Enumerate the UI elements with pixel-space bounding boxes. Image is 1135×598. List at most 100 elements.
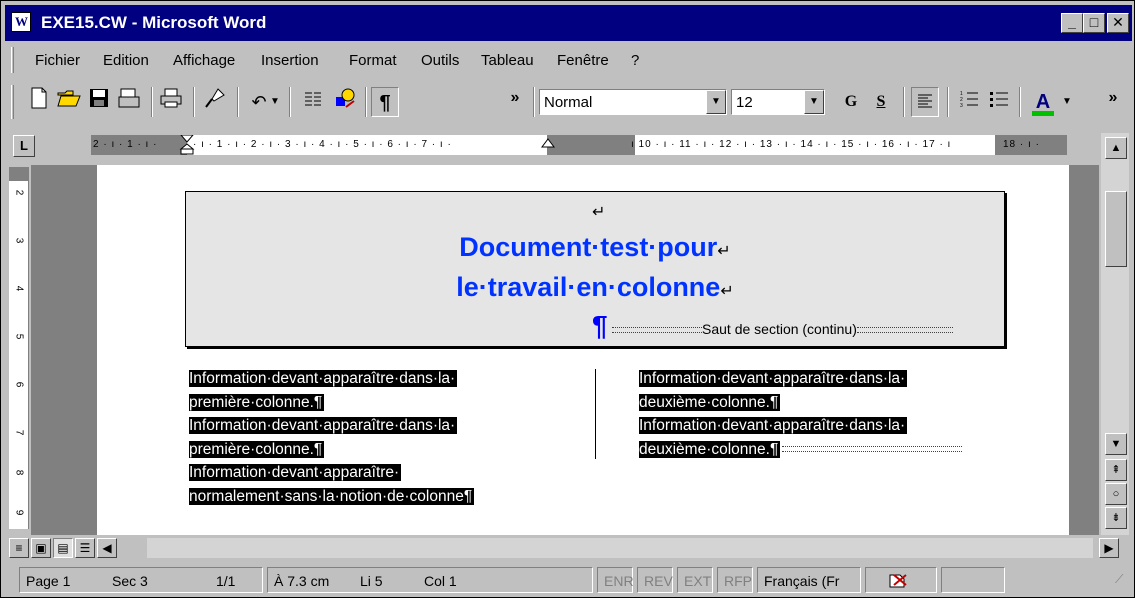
web-layout-view-icon[interactable]: ▣ — [31, 538, 51, 558]
menu-insertion[interactable]: Insertion — [261, 52, 319, 69]
toolbar-separator — [1019, 87, 1021, 117]
toolbar-separator — [151, 87, 153, 117]
show-hide-pilcrow-button[interactable]: ¶ — [371, 87, 399, 117]
scroll-down-icon[interactable]: ▼ — [1105, 433, 1127, 455]
scroll-left-icon[interactable]: ◀ — [97, 538, 117, 558]
status-page: Page 1 — [26, 573, 71, 589]
view-and-hscroll-row: ≡ ▣ ▤ ☰ ◀ ▶ — [9, 537, 1131, 561]
toolbar-overflow-icon[interactable]: » — [501, 83, 529, 113]
column-2-text[interactable]: Information·devant·apparaître·dans·la· d… — [639, 367, 963, 461]
menu-format[interactable]: Format — [349, 52, 397, 69]
status-rev[interactable]: REV — [637, 567, 673, 593]
horizontal-ruler[interactable]: 2 · ı · 1 · ı · · ı · 1 · ı · 2 · ı · 3 … — [91, 135, 1067, 155]
status-enr[interactable]: ENR — [597, 567, 634, 593]
previous-page-icon[interactable]: ⇞ — [1105, 459, 1127, 481]
spelling-status-icon[interactable] — [865, 567, 937, 593]
menu-outils[interactable]: Outils — [421, 52, 459, 69]
section-break-dots — [782, 446, 963, 453]
toolbar-separator — [365, 87, 367, 117]
menu-help[interactable]: ? — [631, 52, 639, 69]
align-left-icon[interactable] — [911, 87, 939, 117]
minimize-button[interactable]: _ — [1061, 13, 1083, 33]
svg-text:3: 3 — [960, 103, 963, 108]
toolbar-separator — [237, 87, 239, 117]
font-color-swatch — [1032, 111, 1054, 116]
standard-toolbar: ↶ ▼ ¶ » Normal ▼ 12 ▼ G S 123 A ▼ » — [5, 79, 1132, 125]
scroll-up-icon[interactable]: ▲ — [1105, 137, 1127, 159]
status-line: Li 5 — [360, 573, 383, 589]
font-color-button[interactable]: A — [1029, 87, 1057, 117]
menu-grip[interactable] — [11, 47, 14, 73]
status-position-panel[interactable]: À 7.3 cm Li 5 Col 1 — [267, 567, 593, 593]
toolbar-separator — [947, 87, 949, 117]
status-empty-panel — [941, 567, 1005, 593]
first-line-indent-marker[interactable] — [179, 135, 195, 155]
format-painter-icon[interactable] — [201, 87, 229, 117]
save-icon[interactable] — [85, 87, 113, 117]
font-color-label: A — [1035, 91, 1051, 113]
email-icon[interactable] — [115, 87, 143, 117]
columns-icon[interactable] — [299, 87, 327, 117]
maximize-button[interactable]: □ — [1083, 13, 1105, 33]
status-page-panel[interactable]: Page 1 Sec 3 1/1 — [19, 567, 263, 593]
title-text-box[interactable]: ↵ Document·test·pour↵ le·travail·en·colo… — [185, 191, 1005, 347]
column-1-text[interactable]: Information·devant·apparaître·dans·la· p… — [189, 367, 475, 508]
font-size-value: 12 — [736, 94, 753, 111]
menu-affichage[interactable]: Affichage — [173, 52, 235, 69]
tab-selector-button[interactable]: L — [13, 135, 35, 157]
menu-edition[interactable]: Edition — [103, 52, 149, 69]
numbering-icon[interactable]: 123 — [955, 87, 983, 117]
vertical-ruler[interactable]: 2 3 4 5 6 7 8 9 — [9, 167, 29, 529]
vruler-label: 6 — [13, 381, 25, 388]
title-bar[interactable]: EXE15.CW - Microsoft Word _ □ ✕ — [5, 5, 1132, 41]
outline-view-icon[interactable]: ☰ — [75, 538, 95, 558]
ruler-main-labels: · ı · 1 · ı · 2 · ı · 3 · ı · 4 · ı · 5 … — [193, 139, 452, 150]
word-app-icon[interactable] — [11, 12, 31, 32]
status-rfp[interactable]: RFP — [717, 567, 753, 593]
menu-fichier[interactable]: Fichier — [35, 52, 80, 69]
status-ext[interactable]: EXT — [677, 567, 713, 593]
normal-view-icon[interactable]: ≡ — [9, 538, 29, 558]
document-area: ↵ Document·test·pour↵ le·travail·en·colo… — [31, 165, 1099, 535]
menu-tableau[interactable]: Tableau — [481, 52, 534, 69]
vertical-scroll-thumb[interactable] — [1105, 191, 1127, 267]
font-color-dropdown-icon[interactable]: ▼ — [1059, 87, 1075, 117]
open-folder-icon[interactable] — [55, 87, 83, 117]
document-page[interactable]: ↵ Document·test·pour↵ le·travail·en·colo… — [97, 165, 1069, 535]
new-document-icon[interactable] — [25, 87, 53, 117]
bold-button[interactable]: G — [837, 87, 865, 117]
right-indent-marker[interactable] — [541, 137, 555, 155]
toolbar-separator — [193, 87, 195, 117]
font-size-combo[interactable]: 12 ▼ — [731, 89, 825, 115]
next-page-icon[interactable]: ⇟ — [1105, 507, 1127, 529]
select-browse-object-icon[interactable]: ○ — [1105, 483, 1127, 505]
drawing-icon[interactable] — [331, 87, 359, 117]
scroll-right-icon[interactable]: ▶ — [1099, 538, 1119, 558]
vruler-label: 5 — [13, 333, 25, 340]
toolbar-overflow-icon-2[interactable]: » — [1099, 83, 1127, 113]
style-combo[interactable]: Normal ▼ — [539, 89, 727, 115]
print-layout-view-icon[interactable]: ▤ — [53, 538, 73, 558]
menu-fenetre[interactable]: Fenêtre — [557, 52, 609, 69]
style-dropdown-icon[interactable]: ▼ — [706, 90, 726, 114]
column-divider-line — [595, 369, 596, 459]
section-break-mark: Saut de section (continu) — [612, 321, 953, 337]
vertical-scrollbar[interactable]: ▲ ▼ ⇞ ○ ⇟ — [1101, 133, 1129, 535]
status-language[interactable]: Français (Fr — [757, 567, 861, 593]
col1-line: Information·devant·apparaître·dans·la· — [189, 370, 458, 387]
toolbar-separator — [903, 87, 905, 117]
bullets-icon[interactable] — [985, 87, 1013, 117]
font-size-dropdown-icon[interactable]: ▼ — [804, 90, 824, 114]
style-value: Normal — [544, 94, 593, 111]
print-icon[interactable] — [157, 87, 185, 117]
resize-grip-icon[interactable]: ⟋ — [1109, 567, 1129, 593]
horizontal-scroll-track[interactable] — [147, 538, 1093, 558]
vruler-label: 7 — [13, 429, 25, 436]
undo-dropdown-icon[interactable]: ▼ — [267, 87, 283, 117]
underline-button[interactable]: S — [867, 87, 895, 117]
return-mark: ↵ — [592, 204, 606, 221]
close-button[interactable]: ✕ — [1107, 13, 1129, 33]
toolbar-grip[interactable] — [11, 85, 14, 119]
col1-line: Information·devant·apparaître· — [189, 464, 402, 481]
col1-line: première·colonne.¶ — [189, 440, 325, 458]
